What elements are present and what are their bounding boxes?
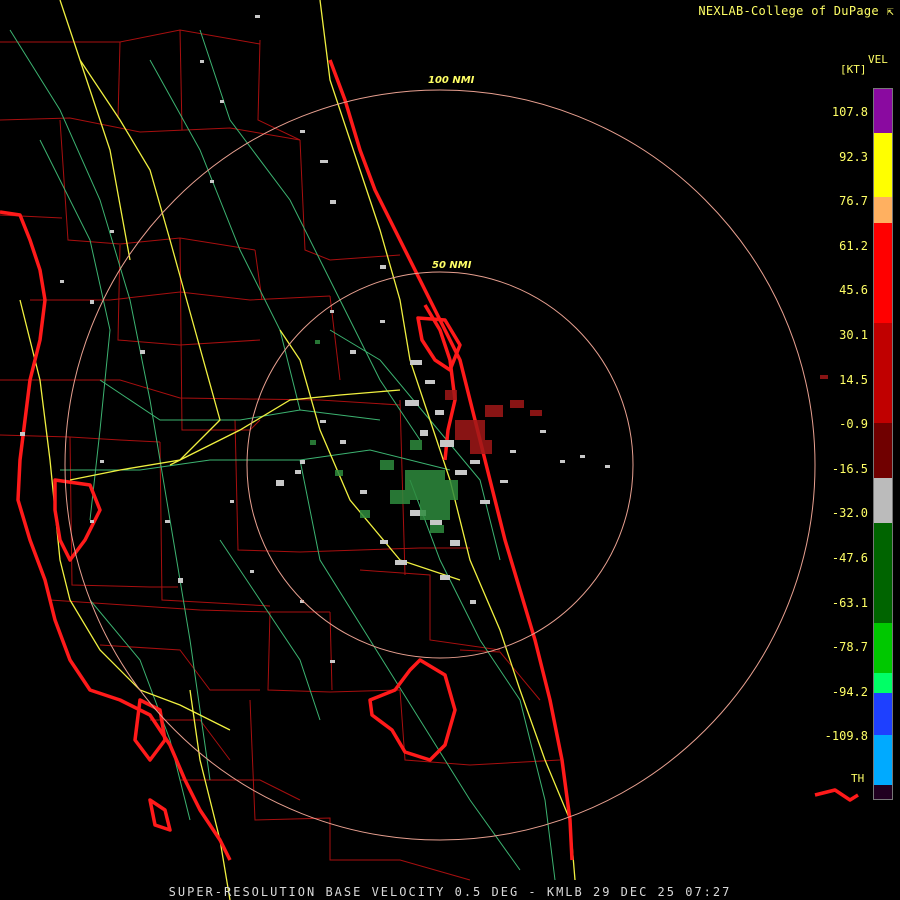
velocity-color-scale xyxy=(873,88,893,800)
legend-color-segment xyxy=(874,623,892,673)
legend-tick-label: 45.6 xyxy=(839,283,868,298)
legend-color-segment xyxy=(874,693,892,735)
range-ring-label-50: 50 NMI xyxy=(432,260,472,271)
legend-color-segment xyxy=(874,523,892,623)
legend-color-segment xyxy=(874,785,892,799)
radar-map: 100 NMI 50 NMI xyxy=(0,0,859,900)
range-ring-label-100: 100 NMI xyxy=(428,75,475,86)
radar-returns-light xyxy=(20,15,610,663)
legend-tick-label: 61.2 xyxy=(839,238,868,253)
legend-tick-label: 76.7 xyxy=(839,194,868,209)
legend-color-segment xyxy=(874,735,892,785)
radar-returns-outbound xyxy=(445,375,828,454)
legend-color-segment xyxy=(874,423,892,478)
legend-tick-label: -94.2 xyxy=(831,684,868,699)
county-lines xyxy=(0,29,561,881)
legend-tick-label: 107.8 xyxy=(831,105,868,119)
coastline xyxy=(0,59,859,861)
legend-color-segment xyxy=(874,89,892,133)
legend-tick-label: -47.6 xyxy=(831,551,868,565)
legend-color-segment xyxy=(874,197,892,223)
credit-text: NEXLAB-College of DuPage xyxy=(698,4,879,18)
legend-color-segment xyxy=(874,323,892,423)
legend-title: VEL xyxy=(868,53,888,66)
legend-tick-label: -0.9 xyxy=(839,417,868,432)
legend-tick-label: -32.0 xyxy=(831,506,868,521)
legend-unit: [KT] xyxy=(840,63,867,76)
road-network xyxy=(9,29,556,881)
legend-th-label: TH xyxy=(851,772,865,785)
legend-tick-label: 30.1 xyxy=(839,328,868,342)
legend-tick-label: -16.5 xyxy=(831,461,868,476)
legend-tick-label: 92.3 xyxy=(839,149,868,164)
credit-label: NEXLAB-College of DuPage ⇱ xyxy=(698,4,894,18)
legend-tick-label: -78.7 xyxy=(831,640,868,655)
legend-tick-label: 14.5 xyxy=(839,372,868,387)
legend-tick-label: -63.1 xyxy=(831,595,868,610)
legend-color-segment xyxy=(874,673,892,693)
legend-tick-label: -109.8 xyxy=(824,729,868,744)
legend-color-segment xyxy=(874,478,892,523)
legend-color-segment xyxy=(874,223,892,323)
cursor-icon: ⇱ xyxy=(886,4,894,18)
product-caption: SUPER-RESOLUTION BASE VELOCITY 0.5 DEG -… xyxy=(168,885,732,899)
legend-color-segment xyxy=(874,133,892,197)
